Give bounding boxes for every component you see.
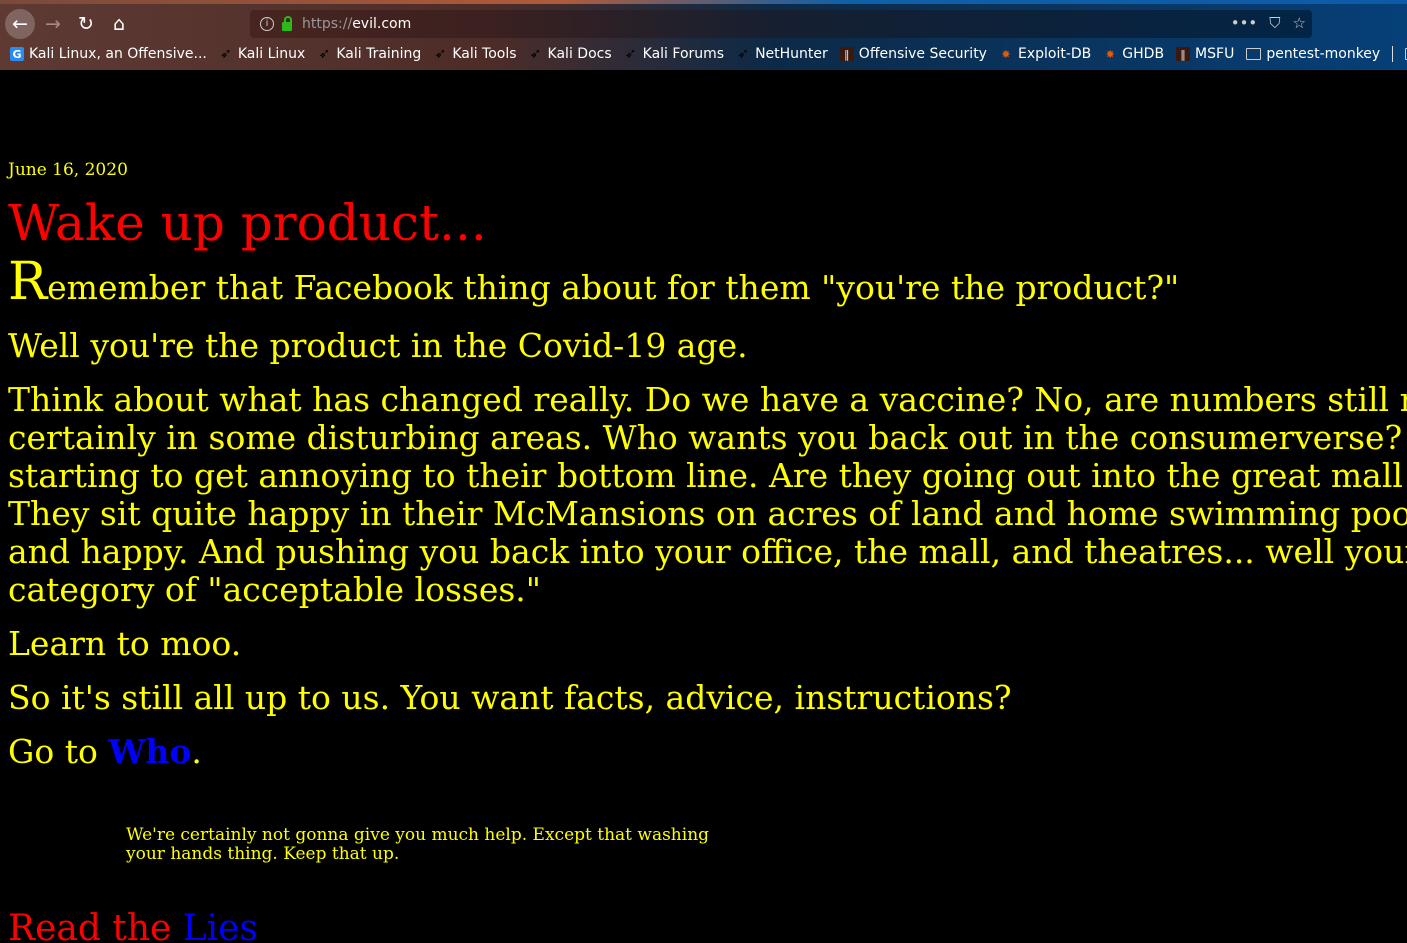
pocket-icon[interactable]: ⛉ [1269,14,1280,32]
lock-icon [282,16,292,31]
bookmark-label: Kali Linux [237,46,306,62]
kali-dragon-icon: ➶ [219,46,232,62]
bookmark-kali-linux[interactable]: ➶ Kali Linux [219,46,305,62]
bookmark-kali-docs[interactable]: ➶ Kali Docs [529,46,612,62]
go-to-text: Go to [8,732,109,771]
bug-icon: ✸ [1001,47,1011,61]
kali-dragon-icon: ➶ [434,46,447,62]
paragraph-3-line: certainly in some disturbing areas. Who … [8,418,1407,457]
paragraph-6: Go to Who. [8,732,202,771]
more-actions-icon[interactable]: ••• [1231,14,1258,32]
bookmark-separator [1392,46,1394,62]
paragraph-2: Well you're the product in the Covid-19 … [8,326,748,365]
small-note: We're certainly not gonna give you much … [126,825,710,864]
bookmark-nethunter[interactable]: ➶ NetHunter [736,46,828,62]
lies-link[interactable]: Lies [183,908,258,943]
paragraph-3-line: starting to get annoying to their bottom… [8,456,1407,495]
paragraph-4: Learn to moo. [8,624,242,663]
page-content: June 16, 2020 Wake up product... Remembe… [0,70,1407,943]
bookmark-msfu[interactable]: ‖ MSFU [1176,46,1234,62]
bookmark-label: Exploit-DB [1017,46,1092,62]
period: . [191,732,202,771]
kali-dragon-icon: ➶ [737,46,749,62]
bookmark-kali-offensive[interactable]: G Kali Linux, an Offensive... [10,46,207,62]
intro-text: emember that Facebook thing about for th… [47,268,1180,307]
home-button[interactable]: ⌂ [104,9,134,39]
paragraph-3-line: category of "acceptable losses." [8,570,541,609]
info-icon[interactable]: i [260,17,274,31]
bookmark-label: Kali Linux, an Offensive... [29,46,207,62]
paragraph-3-line: They sit quite happy in their McMansions… [8,494,1407,533]
bookmark-label: Kali Tools [452,46,517,62]
post-date: June 16, 2020 [8,160,128,180]
bookmark-label: Offensive Security [858,46,987,62]
bookmark-ghdb[interactable]: ✸ GHDB [1103,46,1164,62]
url-text[interactable]: https://evil.com [302,16,411,32]
bookmark-label: GHDB [1122,46,1165,62]
url-host: evil.com [352,16,412,32]
bookmark-kali-training[interactable]: ➶ Kali Training [317,46,421,62]
forward-button[interactable]: → [38,9,68,39]
paragraph-3-line: Think about what has changed really. Do … [8,380,1407,419]
bookmark-folder-pentest-monkey[interactable]: pentest-monkey [1246,46,1380,62]
url-bar[interactable]: i https://evil.com ••• ⛉ ☆ [250,10,1312,38]
bookmark-kali-tools[interactable]: ➶ Kali Tools [433,46,516,62]
bookmark-label: Kali Forums [642,46,725,62]
bookmark-star-icon[interactable]: ☆ [1293,14,1306,32]
bookmark-offensive-security[interactable]: ‖ Offensive Security [839,46,987,62]
post-title: Wake up product... [8,194,487,252]
read-prefix: Read the [8,908,183,943]
intro-paragraph: Remember that Facebook thing about for t… [8,252,1179,312]
paragraph-3-line: and happy. And pushing you back into you… [8,532,1407,571]
reload-button[interactable]: ↻ [71,9,101,39]
bookmark-kali-forums[interactable]: ➶ Kali Forums [624,46,724,62]
nav-buttons: ← → ↻ ⌂ [5,9,137,39]
bug-icon: ✸ [1105,47,1115,61]
read-the-lies-heading: Read the Lies [8,908,258,943]
drop-cap: R [8,252,48,312]
who-link[interactable]: Who [108,732,191,771]
url-scheme: https:// [302,16,353,32]
bookmark-exploit-db[interactable]: ✸ Exploit-DB [999,46,1091,62]
browser-chrome: ← → ↻ ⌂ i https://evil.com ••• ⛉ ☆ G Kali… [0,0,1407,70]
bookmark-label: pentest-monkey [1266,46,1381,62]
kali-dragon-icon: ➶ [529,46,542,62]
back-button[interactable]: ← [5,9,35,39]
kali-dragon-icon: ➶ [318,46,331,62]
bookmark-label: MSFU [1195,46,1235,62]
offsec-icon: ‖ [839,47,854,61]
paragraph-5: So it's still all up to us. You want fac… [8,678,1012,717]
folder-icon [1246,48,1262,60]
kali-dragon-icon: ➶ [624,46,637,62]
bookmark-label: Kali Training [336,46,422,62]
bookmark-label: NetHunter [755,46,828,62]
google-icon: G [10,47,24,61]
bookmarks-toolbar: G Kali Linux, an Offensive... ➶ Kali Linux… [10,46,1407,62]
bookmark-label: Kali Docs [547,46,612,62]
offsec-icon: ‖ [1176,47,1191,61]
